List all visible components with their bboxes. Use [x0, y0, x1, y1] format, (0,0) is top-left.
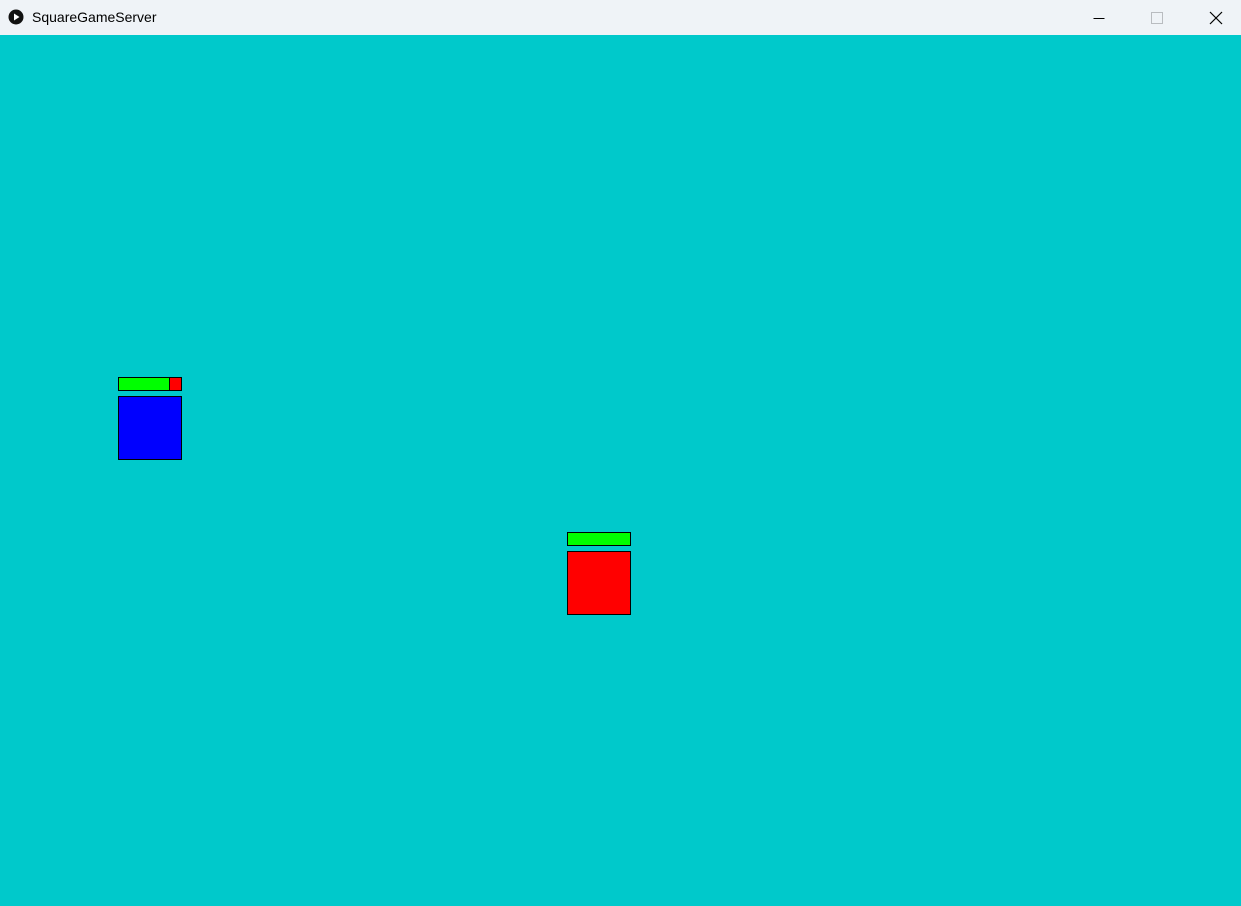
title-bar[interactable]: SquareGameServer [0, 0, 1241, 35]
game-window: SquareGameServer [0, 0, 1241, 906]
close-button[interactable] [1187, 0, 1241, 35]
game-canvas[interactable] [0, 35, 1241, 906]
red-player-health-bar [567, 532, 631, 546]
blue-player-square [118, 396, 182, 460]
health-fill [119, 378, 170, 390]
close-icon [1209, 11, 1223, 24]
blue-player-health-bar [118, 377, 182, 391]
health-fill [568, 533, 630, 545]
maximize-button[interactable] [1128, 0, 1186, 35]
window-title: SquareGameServer [32, 9, 157, 25]
minimize-button[interactable] [1070, 0, 1128, 35]
health-damage [169, 378, 181, 390]
maximize-icon [1151, 11, 1163, 24]
minimize-icon [1093, 17, 1105, 19]
red-player-square [567, 551, 631, 615]
play-circle-icon [8, 9, 24, 25]
